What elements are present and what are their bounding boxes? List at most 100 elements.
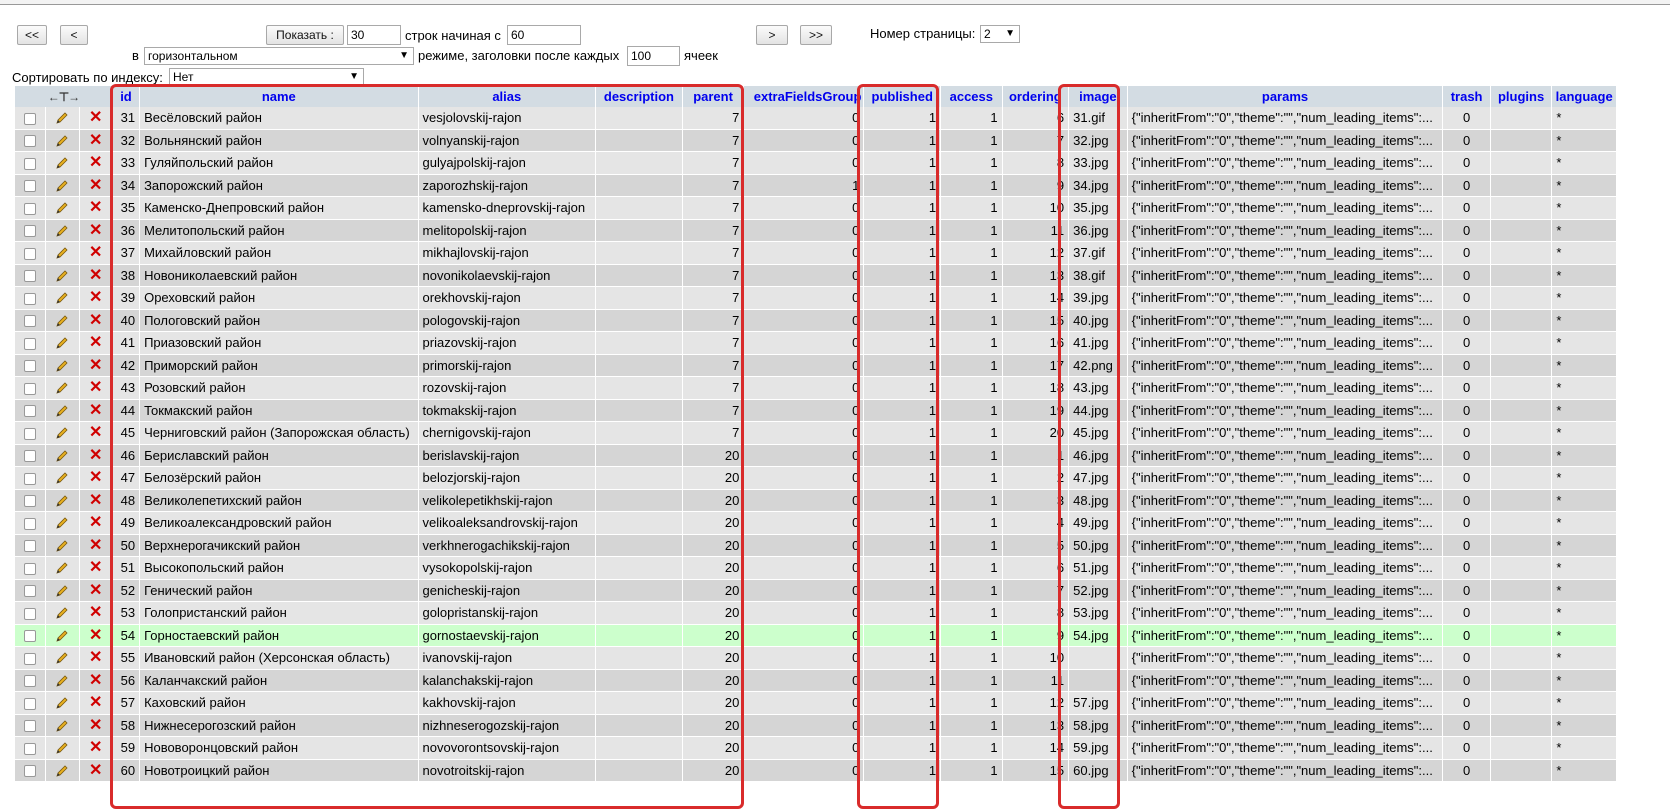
checkbox-icon[interactable]	[24, 720, 37, 733]
pencil-icon[interactable]	[54, 132, 70, 147]
checkbox-icon[interactable]	[24, 112, 37, 125]
page-number-select[interactable]: 2 ▼	[980, 25, 1020, 43]
column-header-extrafieldsgroup[interactable]: extraFieldsGroup	[744, 86, 864, 107]
pencil-icon[interactable]	[54, 447, 70, 462]
checkbox-icon[interactable]	[24, 675, 37, 688]
row-select-checkbox[interactable]	[15, 669, 46, 692]
row-select-checkbox[interactable]	[15, 354, 46, 377]
row-select-checkbox[interactable]	[15, 152, 46, 175]
column-header-description[interactable]: description	[596, 86, 682, 107]
checkbox-icon[interactable]	[24, 607, 37, 620]
edit-row-button[interactable]	[46, 444, 79, 467]
table-row[interactable]: ✕ 45 Черниговский район (Запорожская облас…	[15, 422, 1616, 445]
checkbox-icon[interactable]	[24, 540, 37, 553]
row-select-checkbox[interactable]	[15, 602, 46, 625]
pencil-icon[interactable]	[54, 672, 70, 687]
delete-row-button[interactable]: ✕	[79, 242, 112, 265]
row-select-checkbox[interactable]	[15, 399, 46, 422]
row-select-checkbox[interactable]	[15, 129, 46, 152]
delete-row-button[interactable]: ✕	[79, 759, 112, 782]
row-select-checkbox[interactable]	[15, 309, 46, 332]
row-select-checkbox[interactable]	[15, 557, 46, 580]
delete-x-icon[interactable]: ✕	[89, 109, 102, 126]
delete-row-button[interactable]: ✕	[79, 512, 112, 535]
column-header-language[interactable]: language	[1552, 86, 1616, 107]
header-cells-input[interactable]: 100	[627, 46, 680, 66]
pencil-icon[interactable]	[54, 334, 70, 349]
pencil-icon[interactable]	[54, 649, 70, 664]
pencil-icon[interactable]	[54, 762, 70, 777]
next-page-button[interactable]: >	[756, 25, 788, 45]
column-header-image[interactable]: image	[1069, 86, 1127, 107]
pencil-icon[interactable]	[54, 627, 70, 642]
edit-row-button[interactable]	[46, 107, 79, 130]
display-mode-select[interactable]: горизонтальном ▼	[144, 47, 414, 65]
delete-row-button[interactable]: ✕	[79, 152, 112, 175]
pencil-icon[interactable]	[54, 604, 70, 619]
delete-row-button[interactable]: ✕	[79, 422, 112, 445]
pencil-icon[interactable]	[54, 379, 70, 394]
edit-row-button[interactable]	[46, 737, 79, 760]
table-row[interactable]: ✕ 52 Генический район genicheskij-rajon 20 0 1…	[15, 579, 1616, 602]
row-select-checkbox[interactable]	[15, 489, 46, 512]
table-row[interactable]: ✕ 46 Бериславский район berislavskij-rajon 2…	[15, 444, 1616, 467]
table-row[interactable]: ✕ 31 Весёловский район vesjolovskij-rajon 7 0…	[15, 107, 1616, 130]
column-header-published[interactable]: published	[864, 86, 941, 107]
table-row[interactable]: ✕ 55 Ивановский район (Херсонская область)…	[15, 647, 1616, 670]
delete-x-icon[interactable]: ✕	[89, 604, 102, 621]
column-header-trash[interactable]: trash	[1443, 86, 1490, 107]
edit-row-button[interactable]	[46, 264, 79, 287]
checkbox-icon[interactable]	[24, 562, 37, 575]
checkbox-icon[interactable]	[24, 517, 37, 530]
edit-row-button[interactable]	[46, 152, 79, 175]
delete-x-icon[interactable]: ✕	[89, 469, 102, 486]
pencil-icon[interactable]	[54, 424, 70, 439]
checkbox-icon[interactable]	[24, 337, 37, 350]
checkbox-icon[interactable]	[24, 292, 37, 305]
delete-x-icon[interactable]: ✕	[89, 739, 102, 756]
row-select-checkbox[interactable]	[15, 332, 46, 355]
table-row[interactable]: ✕ 42 Приморский район primorskij-rajon 7 0 1 1 1…	[15, 354, 1616, 377]
first-page-button[interactable]: <<	[17, 25, 47, 45]
delete-x-icon[interactable]: ✕	[89, 492, 102, 509]
checkbox-icon[interactable]	[24, 450, 37, 463]
table-row[interactable]: ✕ 33 Гуляйпольский район gulyajpolskij-rajo…	[15, 152, 1616, 175]
table-row[interactable]: ✕ 50 Верхнерогачикский район verkhnerogachi…	[15, 534, 1616, 557]
edit-row-button[interactable]	[46, 624, 79, 647]
delete-row-button[interactable]: ✕	[79, 197, 112, 220]
delete-x-icon[interactable]: ✕	[89, 132, 102, 149]
row-select-checkbox[interactable]	[15, 692, 46, 715]
sort-index-select[interactable]: Нет ▼	[169, 68, 364, 86]
last-page-button[interactable]: >>	[800, 25, 832, 45]
checkbox-icon[interactable]	[24, 315, 37, 328]
delete-row-button[interactable]: ✕	[79, 624, 112, 647]
checkbox-icon[interactable]	[24, 585, 37, 598]
row-select-checkbox[interactable]	[15, 377, 46, 400]
row-select-checkbox[interactable]	[15, 287, 46, 310]
delete-row-button[interactable]: ✕	[79, 129, 112, 152]
delete-row-button[interactable]: ✕	[79, 534, 112, 557]
delete-x-icon[interactable]: ✕	[89, 627, 102, 644]
row-select-checkbox[interactable]	[15, 444, 46, 467]
column-header-alias[interactable]: alias	[418, 86, 596, 107]
delete-row-button[interactable]: ✕	[79, 602, 112, 625]
delete-row-button[interactable]: ✕	[79, 737, 112, 760]
pencil-icon[interactable]	[54, 222, 70, 237]
rows-count-input[interactable]: 30	[347, 25, 401, 45]
table-row[interactable]: ✕ 43 Розовский район rozovskij-rajon 7 0 1 1 18 4…	[15, 377, 1616, 400]
delete-x-icon[interactable]: ✕	[89, 514, 102, 531]
edit-row-button[interactable]	[46, 399, 79, 422]
column-header-id[interactable]: id	[112, 86, 140, 107]
delete-row-button[interactable]: ✕	[79, 107, 112, 130]
delete-x-icon[interactable]: ✕	[89, 289, 102, 306]
checkbox-icon[interactable]	[24, 247, 37, 260]
delete-x-icon[interactable]: ✕	[89, 177, 102, 194]
row-select-checkbox[interactable]	[15, 534, 46, 557]
delete-row-button[interactable]: ✕	[79, 309, 112, 332]
pencil-icon[interactable]	[54, 267, 70, 282]
pencil-icon[interactable]	[54, 469, 70, 484]
table-row[interactable]: ✕ 32 Вольнянский район volnyanskij-rajon 7 0 1…	[15, 129, 1616, 152]
checkbox-icon[interactable]	[24, 225, 37, 238]
pencil-icon[interactable]	[54, 154, 70, 169]
row-select-checkbox[interactable]	[15, 107, 46, 130]
